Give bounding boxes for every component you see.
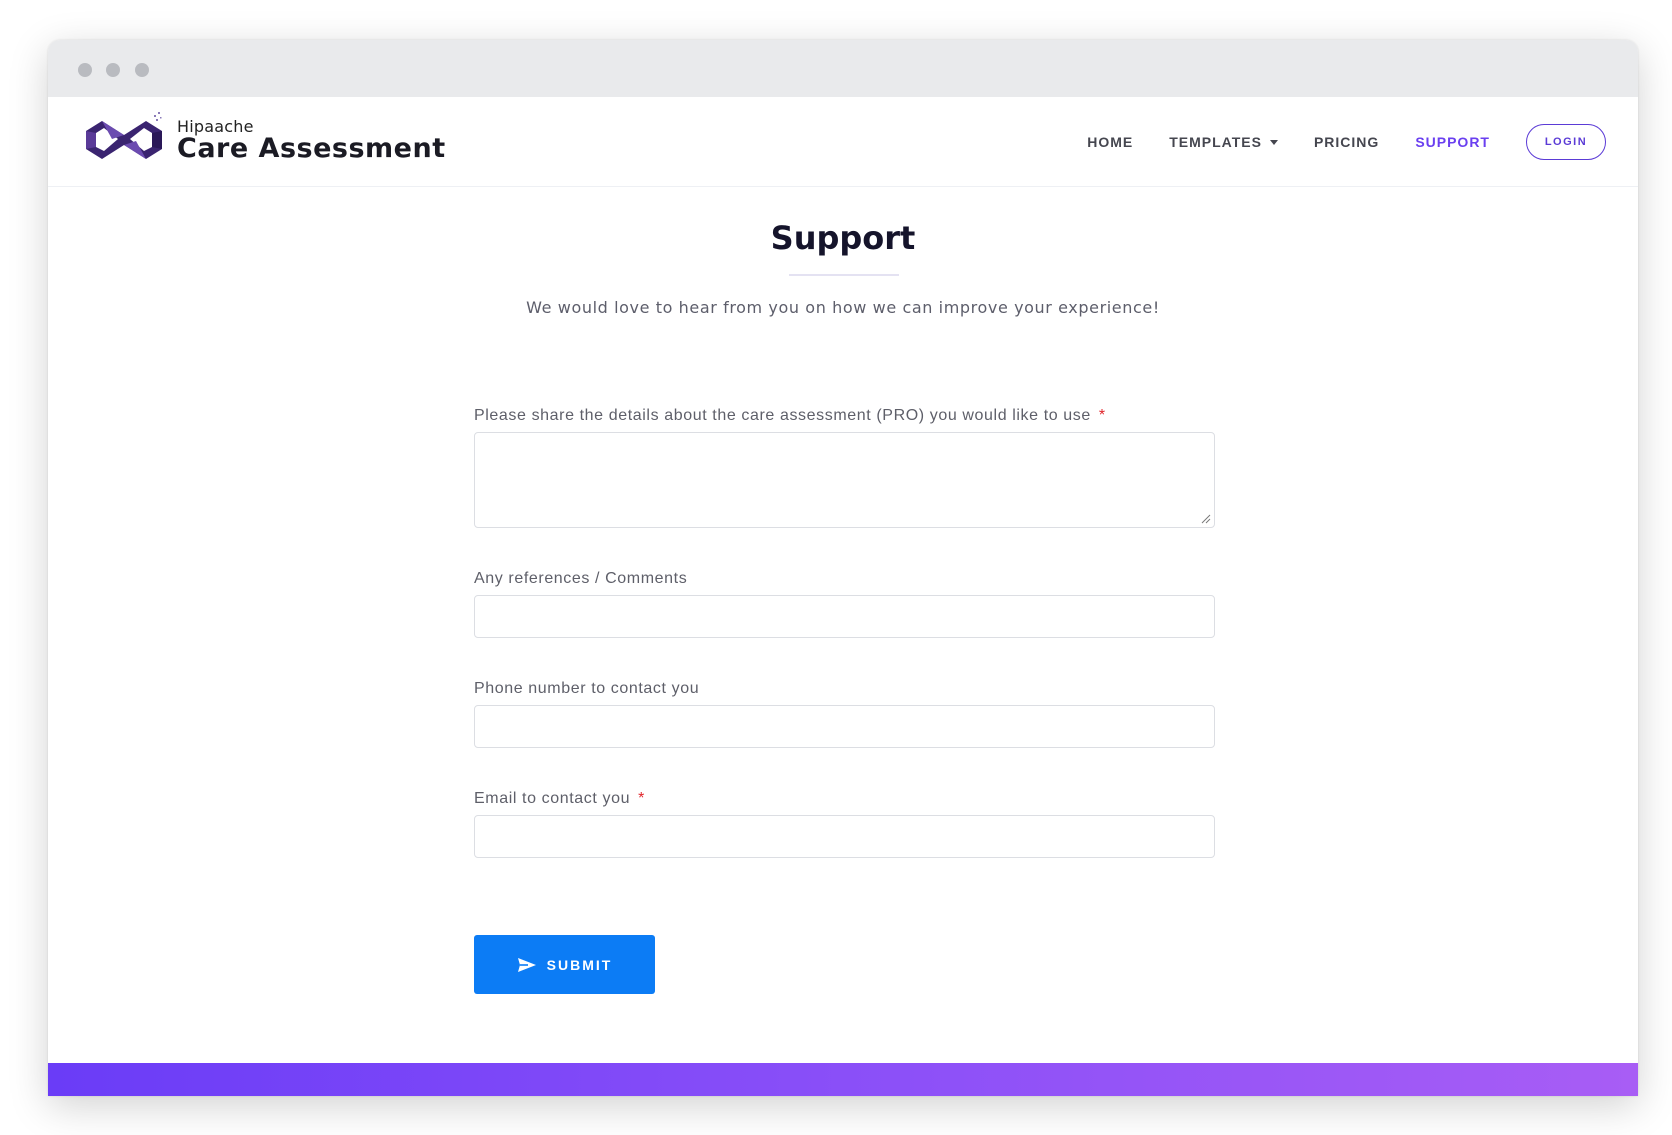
nav-templates-label: TEMPLATES	[1169, 134, 1262, 150]
email-label-text: Email to contact you	[474, 790, 631, 807]
required-marker: *	[1098, 407, 1106, 424]
phone-input[interactable]	[474, 705, 1215, 748]
brand-name-large[interactable]: Care Assessment	[177, 133, 446, 164]
phone-label: Phone number to contact you	[474, 680, 700, 697]
comments-label: Any references / Comments	[474, 570, 688, 587]
details-label-text: Please share the details about the care …	[474, 407, 1091, 424]
nav-home[interactable]: HOME	[1087, 134, 1133, 150]
top-navbar: Hipaache Care Assessment HOME TEMPLATES …	[48, 97, 1638, 187]
paper-plane-icon	[517, 957, 536, 972]
main-nav: HOME TEMPLATES PRICING SUPPORT LOGIN	[1051, 97, 1606, 187]
window-close-dot[interactable]	[78, 63, 92, 77]
infinity-mask-logo-icon	[86, 112, 162, 159]
submit-button[interactable]: SUBMIT	[474, 935, 655, 994]
email-label: Email to contact you *	[474, 790, 645, 808]
main-content: Support We would love to hear from you o…	[48, 187, 1638, 1067]
login-button[interactable]: LOGIN	[1526, 124, 1606, 160]
page-subtitle: We would love to hear from you on how we…	[526, 298, 1160, 317]
title-divider	[789, 274, 899, 276]
page-title: Support	[770, 219, 916, 257]
window-minimize-dot[interactable]	[106, 63, 120, 77]
submit-button-label: SUBMIT	[546, 956, 613, 973]
nav-pricing[interactable]: PRICING	[1314, 134, 1379, 150]
footer-gradient-bar	[48, 1063, 1638, 1096]
window-maximize-dot[interactable]	[135, 63, 149, 77]
comments-input[interactable]	[474, 595, 1215, 638]
resize-handle-icon[interactable]	[1199, 512, 1211, 524]
nav-templates[interactable]: TEMPLATES	[1169, 134, 1278, 150]
details-textarea[interactable]	[474, 432, 1215, 528]
details-textarea-wrap	[474, 432, 1215, 528]
window-titlebar	[48, 40, 1638, 97]
browser-window: Hipaache Care Assessment HOME TEMPLATES …	[48, 40, 1638, 1096]
caret-down-icon	[1269, 139, 1278, 145]
details-label: Please share the details about the care …	[474, 407, 1106, 425]
email-input[interactable]	[474, 815, 1215, 858]
nav-support[interactable]: SUPPORT	[1415, 134, 1490, 150]
required-marker: *	[638, 790, 645, 807]
